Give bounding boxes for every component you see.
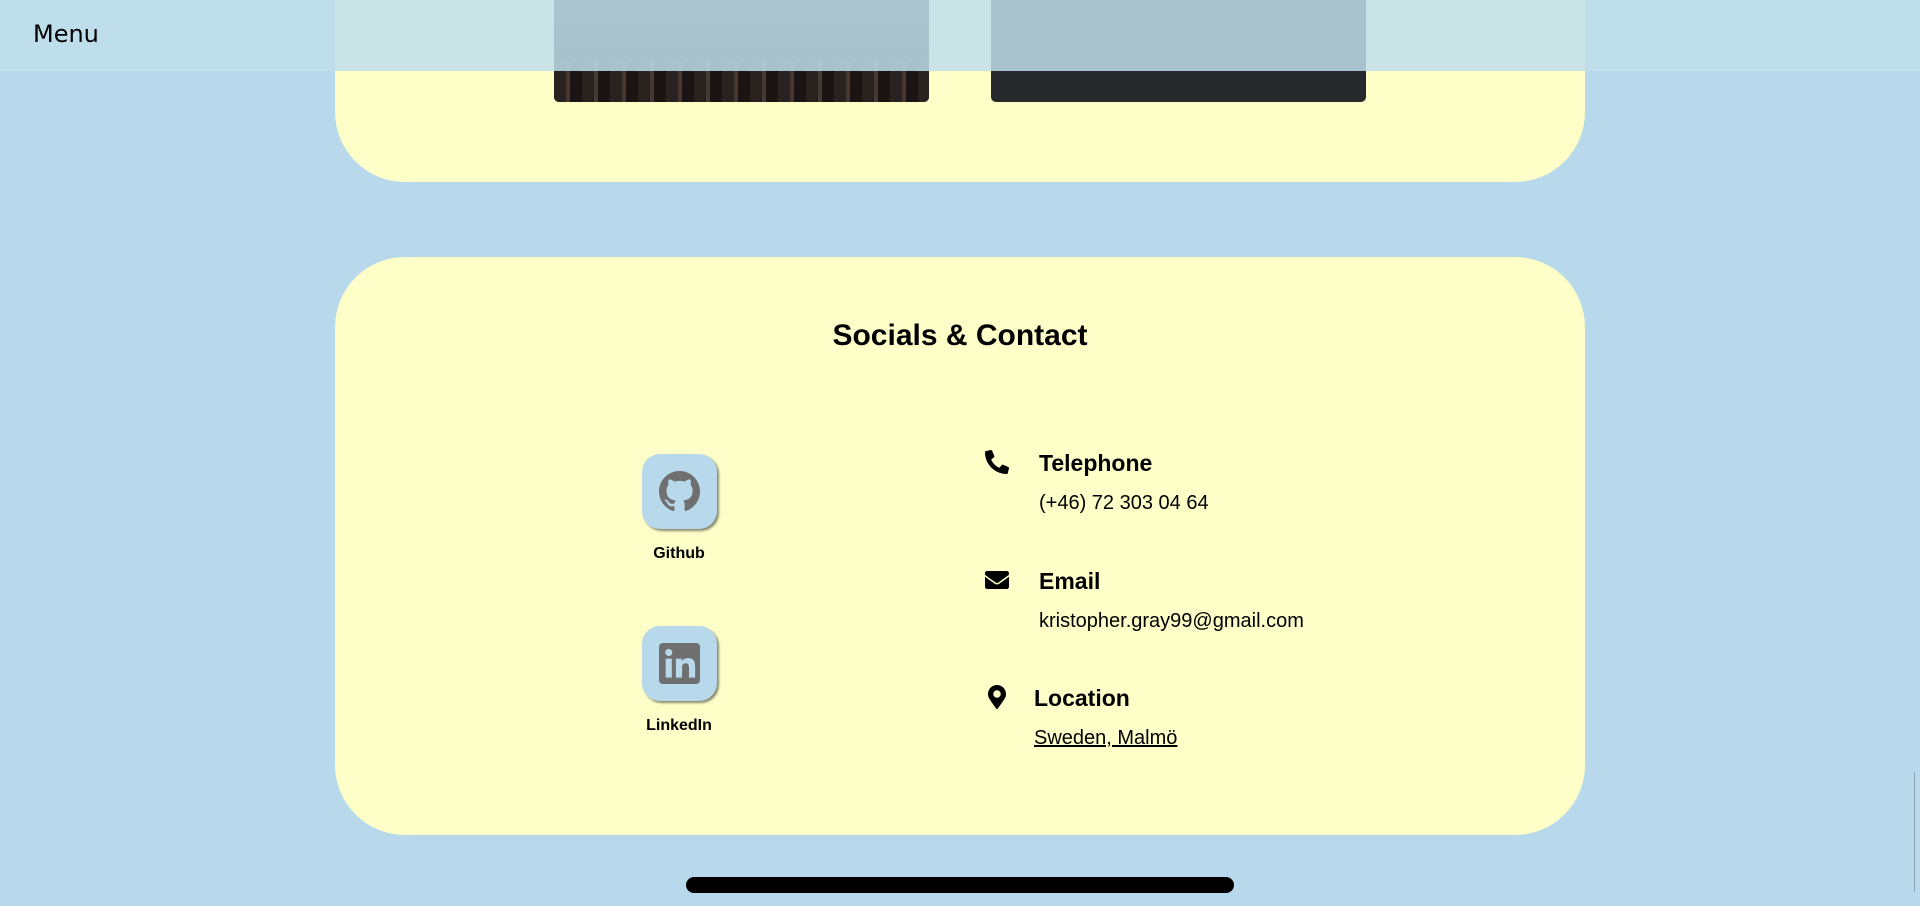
social-github: Github <box>609 454 749 563</box>
phone-icon <box>985 450 1009 474</box>
top-header: Menu <box>0 0 1920 71</box>
menu-button[interactable]: Menu <box>33 20 99 48</box>
email-value[interactable]: kristopher.gray99@gmail.com <box>1039 610 1304 633</box>
location-title: Location <box>1034 685 1130 711</box>
social-linkedin: LinkedIn <box>609 626 749 735</box>
linkedin-label[interactable]: LinkedIn <box>609 717 749 735</box>
github-label[interactable]: Github <box>609 545 749 563</box>
telephone-title: Telephone <box>1039 450 1153 476</box>
home-indicator <box>686 877 1234 893</box>
telephone-value: (+46) 72 303 04 64 <box>1039 492 1209 514</box>
map-pin-icon <box>988 685 1006 709</box>
email-title: Email <box>1039 568 1101 594</box>
github-link-button[interactable] <box>641 454 717 529</box>
github-icon <box>658 471 700 511</box>
scrollbar-thumb[interactable] <box>1914 772 1915 892</box>
location-link[interactable]: Sweden, Malmö <box>1034 727 1177 750</box>
socials-contact-card: Socials & Contact Github LinkedIn Teleph… <box>335 257 1585 835</box>
linkedin-icon <box>658 643 700 684</box>
section-title: Socials & Contact <box>832 319 1088 352</box>
linkedin-link-button[interactable] <box>641 626 717 701</box>
envelope-icon <box>985 571 1009 589</box>
